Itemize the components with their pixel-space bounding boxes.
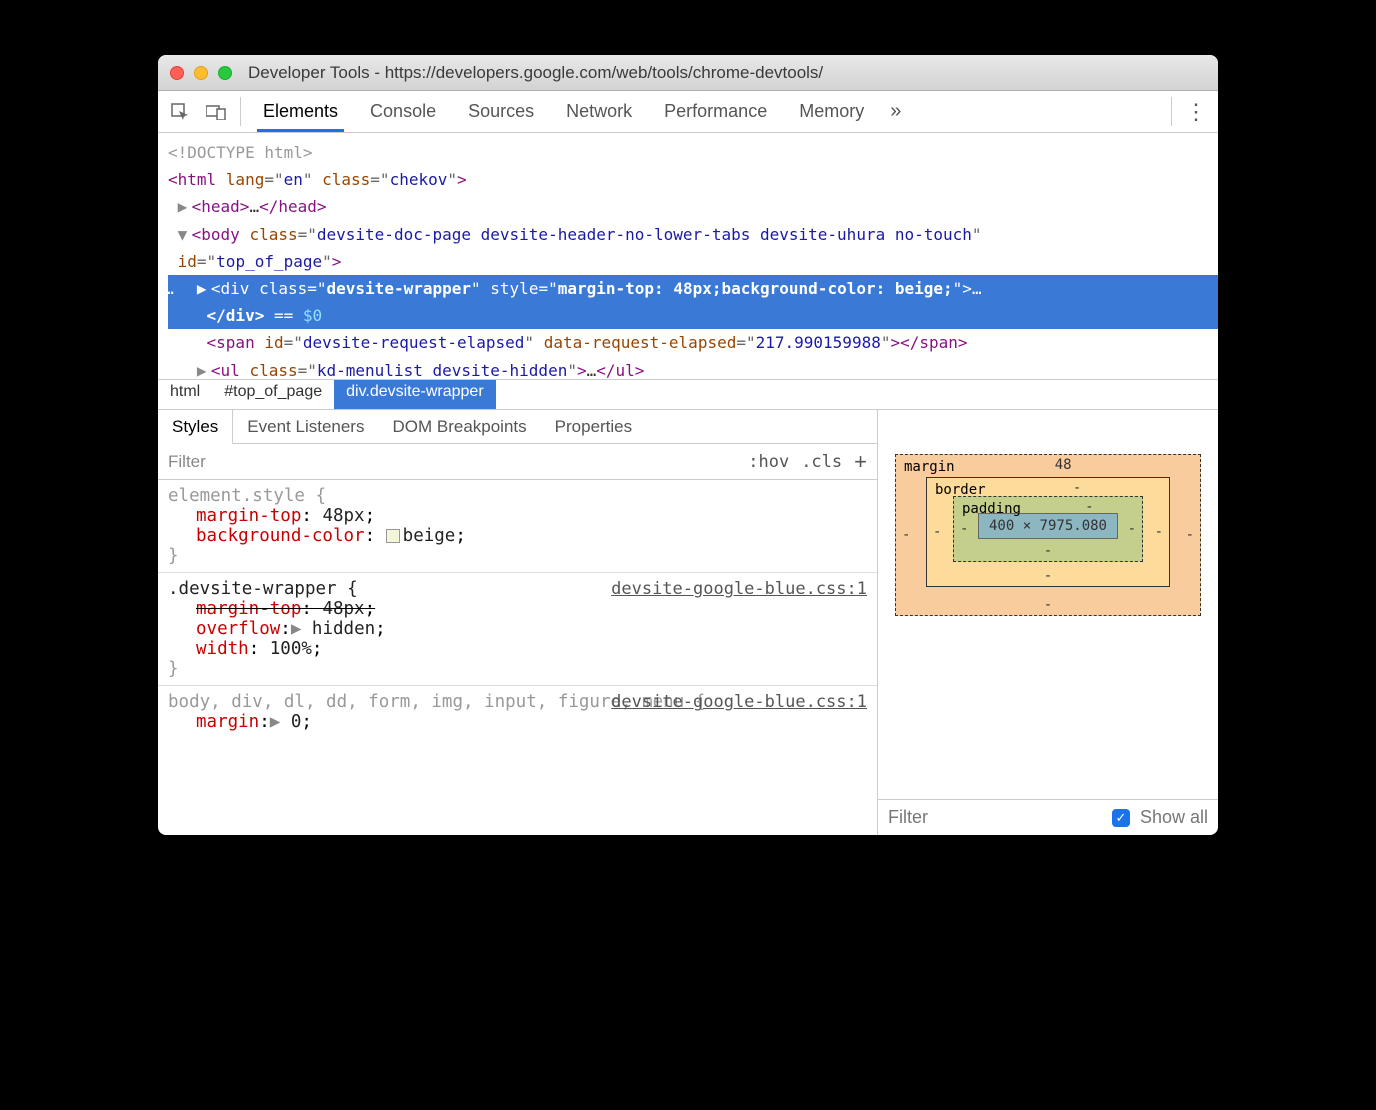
tab-elements[interactable]: Elements (247, 91, 354, 132)
close-icon[interactable] (170, 66, 184, 80)
crumb-body[interactable]: #top_of_page (212, 380, 334, 409)
panel-tabs: Elements Console Sources Network Perform… (247, 91, 1165, 132)
bm-padding-left: - (960, 521, 968, 537)
style-prop[interactable]: overflow:▶ hidden; (168, 619, 867, 639)
rule-brace: } (168, 546, 867, 566)
bm-padding[interactable]: padding - - - - 400 × 7975.080 (953, 496, 1143, 562)
bm-margin-bottom: - (1044, 597, 1052, 613)
dom-line-head[interactable]: ▶<head>…</head> (168, 193, 1218, 220)
inspect-icon[interactable] (162, 91, 198, 132)
stab-styles[interactable]: Styles (158, 410, 233, 444)
bm-border-top: - (1073, 480, 1081, 496)
dom-line-body-cont[interactable]: id="top_of_page"> (168, 248, 1218, 275)
computed-column: margin 48 - - - border - - - - padding - (878, 410, 1218, 835)
dom-line-selected[interactable]: … ▶<div class="devsite-wrapper" style="m… (168, 275, 1218, 302)
expand-icon[interactable]: ▶ (197, 275, 211, 302)
bm-border-left: - (933, 524, 941, 540)
maximize-icon[interactable] (218, 66, 232, 80)
dom-line-doctype[interactable]: <!DOCTYPE html> (168, 139, 1218, 166)
expand-icon[interactable]: ▶ (291, 619, 312, 639)
window-title: Developer Tools - https://developers.goo… (248, 63, 1206, 83)
rule-brace: } (168, 659, 867, 679)
overflow-badge: … (158, 275, 180, 302)
showall-label: Show all (1140, 807, 1208, 828)
toolbar-separator (1171, 97, 1172, 126)
showall-checkbox[interactable]: ✓ (1112, 809, 1130, 827)
expand-icon[interactable]: ▶ (178, 193, 192, 220)
stab-dom-breakpoints[interactable]: DOM Breakpoints (378, 410, 540, 443)
computed-filter-input[interactable]: Filter (888, 807, 928, 828)
new-rule-icon[interactable]: + (854, 449, 867, 475)
minimize-icon[interactable] (194, 66, 208, 80)
rule-element-style[interactable]: element.style { margin-top: 48px; backgr… (158, 480, 877, 573)
more-options-icon[interactable]: ⋮ (1178, 91, 1214, 132)
titlebar: Developer Tools - https://developers.goo… (158, 55, 1218, 91)
rule-reset[interactable]: devsite-google-blue.css:1 body, div, dl,… (158, 686, 877, 738)
dom-tree[interactable]: <!DOCTYPE html> <html lang="en" class="c… (158, 133, 1218, 379)
rule-devsite-wrapper[interactable]: devsite-google-blue.css:1 .devsite-wrapp… (158, 573, 877, 686)
traffic-lights (170, 66, 232, 80)
bm-margin-top: 48 (1055, 457, 1072, 473)
lower-panes: Styles Event Listeners DOM Breakpoints P… (158, 409, 1218, 835)
style-prop[interactable]: margin-top: 48px; (168, 506, 867, 526)
style-prop[interactable]: width: 100%; (168, 639, 867, 659)
dom-line-body[interactable]: ▼<body class="devsite-doc-page devsite-h… (168, 221, 1218, 248)
styles-tabs: Styles Event Listeners DOM Breakpoints P… (158, 410, 877, 444)
bm-margin-right: - (1186, 527, 1194, 543)
bm-padding-bottom: - (1044, 543, 1052, 559)
bm-padding-right: - (1128, 521, 1136, 537)
tab-network[interactable]: Network (550, 91, 648, 132)
main-toolbar: Elements Console Sources Network Perform… (158, 91, 1218, 133)
dom-line-ul[interactable]: ▶<ul class="kd-menulist devsite-hidden">… (168, 357, 1218, 380)
bm-border-bottom: - (1044, 568, 1052, 584)
style-prop[interactable]: margin:▶ 0; (168, 712, 867, 732)
style-prop-overridden[interactable]: margin-top: 48px; (168, 599, 867, 619)
rule-selector[interactable]: element.style { (168, 486, 867, 506)
bm-margin-label: margin (904, 459, 955, 475)
cls-toggle[interactable]: .cls (801, 452, 842, 472)
source-link[interactable]: devsite-google-blue.css:1 (611, 692, 867, 712)
styles-column: Styles Event Listeners DOM Breakpoints P… (158, 410, 878, 835)
crumb-selected[interactable]: div.devsite-wrapper (334, 380, 496, 409)
bm-border-right: - (1155, 524, 1163, 540)
tab-memory[interactable]: Memory (783, 91, 880, 132)
bm-margin-left: - (902, 527, 910, 543)
dom-line-span[interactable]: <span id="devsite-request-elapsed" data-… (168, 329, 1218, 356)
styles-filter-row: Filter :hov .cls + (158, 444, 877, 480)
style-prop[interactable]: background-color: beige; (168, 526, 867, 546)
device-mode-icon[interactable] (198, 91, 234, 132)
tab-performance[interactable]: Performance (648, 91, 783, 132)
toolbar-separator (240, 97, 241, 126)
bm-padding-top: - (1085, 499, 1093, 515)
color-swatch-icon[interactable] (386, 529, 400, 543)
hov-toggle[interactable]: :hov (748, 452, 789, 472)
tab-console[interactable]: Console (354, 91, 452, 132)
stab-event-listeners[interactable]: Event Listeners (233, 410, 378, 443)
stab-properties[interactable]: Properties (541, 410, 646, 443)
bm-border[interactable]: border - - - - padding - - - - 400 × 797… (926, 477, 1170, 587)
bm-margin[interactable]: margin 48 - - - border - - - - padding - (895, 454, 1201, 616)
dom-line-html[interactable]: <html lang="en" class="chekov"> (168, 166, 1218, 193)
source-link[interactable]: devsite-google-blue.css:1 (611, 579, 867, 599)
box-model[interactable]: margin 48 - - - border - - - - padding - (878, 410, 1218, 799)
computed-filter-row: Filter ✓ Show all (878, 799, 1218, 835)
devtools-window: Developer Tools - https://developers.goo… (158, 55, 1218, 835)
filter-input[interactable]: Filter (168, 452, 206, 472)
bm-padding-label: padding (962, 501, 1021, 517)
dom-line-selected-close[interactable]: </div> == $0 (168, 302, 1218, 329)
styles-body[interactable]: element.style { margin-top: 48px; backgr… (158, 480, 877, 835)
tabs-overflow-icon[interactable]: » (880, 91, 911, 132)
tab-sources[interactable]: Sources (452, 91, 550, 132)
breadcrumb: html #top_of_page div.devsite-wrapper (158, 379, 1218, 409)
crumb-html[interactable]: html (158, 380, 212, 409)
collapse-icon[interactable]: ▼ (178, 221, 192, 248)
expand-icon[interactable]: ▶ (270, 712, 291, 732)
expand-icon[interactable]: ▶ (197, 357, 211, 380)
